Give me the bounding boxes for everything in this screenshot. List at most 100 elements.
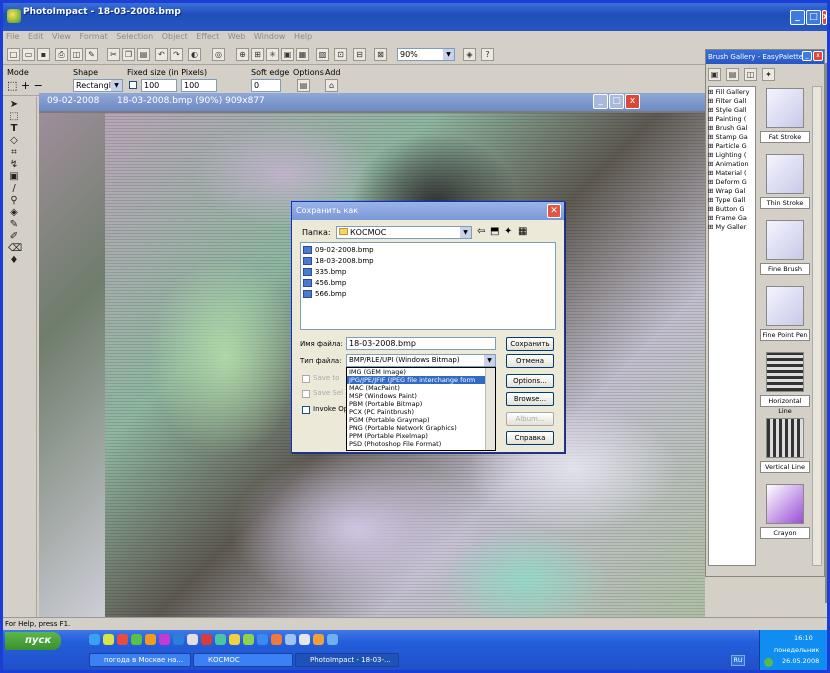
start-button[interactable]: пуск (5, 632, 61, 650)
minimize-button[interactable]: _ (790, 10, 805, 25)
zoom-select[interactable]: 90% ▼ (397, 48, 455, 61)
quicklaunch-icon[interactable] (173, 634, 184, 645)
menu-web[interactable]: Web (225, 31, 248, 42)
save-icon[interactable]: ▪ (37, 48, 50, 61)
mask-icon[interactable]: ◐ (188, 48, 201, 61)
view-menu-icon[interactable]: ▦ (518, 226, 527, 237)
crop-icon[interactable]: ✳ (266, 48, 279, 61)
quicklaunch-icon[interactable] (271, 634, 282, 645)
taskbar-item-weather[interactable]: погода в Москве на... (89, 653, 191, 667)
list-item[interactable]: 18-03-2008.bmp (303, 257, 374, 265)
help-cursor-icon[interactable]: ? (481, 48, 494, 61)
tree-item-stamp-gallery[interactable]: ⊞ Stamp Ga (708, 133, 754, 141)
list-item[interactable]: MAC (MacPaint) (347, 384, 495, 392)
select-tool-icon[interactable]: ⬚ (8, 111, 20, 122)
palette-icon[interactable]: ◈ (463, 48, 476, 61)
brush-tool-icon[interactable]: ✎ (8, 219, 20, 230)
list-item[interactable]: PPM (Portable Pixelmap) (347, 432, 495, 440)
list-item[interactable]: PBM (Portable Bitmap) (347, 400, 495, 408)
gallery-scrollbar[interactable] (812, 86, 822, 566)
brush-vertical-line[interactable]: Vertical Line (760, 418, 810, 480)
gallery-view-icon[interactable]: ▤ (726, 68, 739, 81)
mode-icons[interactable]: ⬚ + − (7, 79, 43, 92)
back-icon[interactable]: ⇦ (477, 226, 485, 237)
cancel-button[interactable]: Отмена (506, 354, 554, 368)
quicklaunch-icon[interactable] (327, 634, 338, 645)
quicklaunch-icon[interactable] (285, 634, 296, 645)
list-item[interactable]: 335.bmp (303, 268, 346, 276)
new-icon[interactable]: □ (7, 48, 20, 61)
redo-icon[interactable]: ↷ (170, 48, 183, 61)
tab-09-02-2008[interactable]: 09-02-2008 (47, 96, 99, 106)
scan-icon[interactable]: ✎ (85, 48, 98, 61)
list-item[interactable]: PCX (PC Paintbrush) (347, 408, 495, 416)
zoom-tool-icon[interactable]: ⚲ (8, 195, 20, 206)
album-button[interactable]: Album... (506, 412, 554, 426)
web-icon[interactable]: ⊕ (236, 48, 249, 61)
frame-icon[interactable]: ▣ (281, 48, 294, 61)
quicklaunch-icon[interactable] (103, 634, 114, 645)
menu-view[interactable]: View (49, 31, 74, 42)
list-item[interactable]: IMG (GEM Image) (347, 368, 495, 376)
brush-close-button[interactable]: x (813, 51, 823, 61)
tree-item-brush-gallery[interactable]: ⊞ Brush Gal (708, 124, 754, 132)
tree-item-frame-gallery[interactable]: ⊞ Frame Ga (708, 214, 754, 222)
shape-tool-icon[interactable]: ◇ (8, 135, 20, 146)
save-to-checkbox[interactable] (302, 375, 310, 383)
effect-icon[interactable]: ◎ (212, 48, 225, 61)
list-item[interactable]: JPG/JPE/JFIF (JPEG file interchange form (347, 376, 495, 384)
folder-select[interactable]: КОСМОС ▼ (336, 226, 472, 239)
taskbar-item-kosmos[interactable]: КОСМОС (193, 653, 293, 667)
cut-icon[interactable]: ✂ (107, 48, 120, 61)
tray-icon[interactable] (764, 658, 773, 667)
pen-tool-icon[interactable]: / (8, 183, 20, 194)
help-button[interactable]: Справка (506, 431, 554, 445)
tree-item-style-gallery[interactable]: ⊞ Style Gall (708, 106, 754, 114)
gallery-menu-icon[interactable]: ▣ (708, 68, 721, 81)
text-tool-icon[interactable]: T (8, 123, 20, 134)
tree-item-material[interactable]: ⊞ Material ( (708, 169, 754, 177)
menu-window[interactable]: Window (251, 31, 289, 42)
fill-tool-icon[interactable]: ◈ (8, 207, 20, 218)
tree-item-deform-gallery[interactable]: ⊞ Deform G (708, 178, 754, 186)
list-item[interactable]: 09-02-2008.bmp (303, 246, 374, 254)
menu-effect[interactable]: Effect (193, 31, 222, 42)
menu-selection[interactable]: Selection (113, 31, 156, 42)
quicklaunch-icon[interactable] (299, 634, 310, 645)
quicklaunch-icon[interactable] (89, 634, 100, 645)
options-icon[interactable]: ▤ (297, 79, 310, 92)
width-field[interactable]: 100 (141, 79, 177, 92)
filename-input[interactable]: 18-03-2008.bmp (346, 337, 496, 350)
clone-tool-icon[interactable]: ✐ (8, 231, 20, 242)
quicklaunch-icon[interactable] (145, 634, 156, 645)
save-button[interactable]: Сохранить (506, 337, 554, 351)
list-item[interactable]: 456.bmp (303, 279, 346, 287)
brush-crayon[interactable]: Crayon (760, 484, 810, 546)
view-icon[interactable]: ▧ (316, 48, 329, 61)
image-close-button[interactable]: x (625, 94, 640, 109)
menu-edit[interactable]: Edit (25, 31, 47, 42)
image-maximize-button[interactable]: □ (609, 94, 624, 109)
tree-item-type-gallery[interactable]: ⊞ Type Gall (708, 196, 754, 204)
tree-item-particle-gallery[interactable]: ⊞ Particle G (708, 142, 754, 150)
tab-18-03-2008[interactable]: 18-03-2008.bmp (90%) 909x877 (117, 96, 265, 106)
soft-edge-field[interactable]: 0 (251, 79, 281, 92)
zoom-out-icon[interactable]: ⊟ (353, 48, 366, 61)
tree-item-my-gallery[interactable]: ⊞ My Galler (708, 223, 754, 231)
language-indicator[interactable]: RU (731, 655, 745, 666)
gallery-add-icon[interactable]: ◫ (744, 68, 757, 81)
undo-icon[interactable]: ↶ (155, 48, 168, 61)
new-folder-icon[interactable]: ✦ (504, 226, 512, 237)
add-icon[interactable]: ⌂ (325, 79, 338, 92)
quicklaunch-icon[interactable] (201, 634, 212, 645)
eraser-tool-icon[interactable]: ⌫ (8, 243, 22, 254)
fixed-size-checkbox[interactable] (129, 81, 137, 89)
close-button[interactable]: x (822, 10, 827, 25)
list-item[interactable]: PGM (Portable Graymap) (347, 416, 495, 424)
shape-select[interactable]: Rectangle ▼ (73, 79, 123, 92)
list-item[interactable]: 566.bmp (303, 290, 346, 298)
tree-item-filter-gallery[interactable]: ⊞ Filter Gall (708, 97, 754, 105)
paste-icon[interactable]: ▤ (137, 48, 150, 61)
list-item[interactable]: MSP (Windows Paint) (347, 392, 495, 400)
grid-icon[interactable]: ⊞ (251, 48, 264, 61)
